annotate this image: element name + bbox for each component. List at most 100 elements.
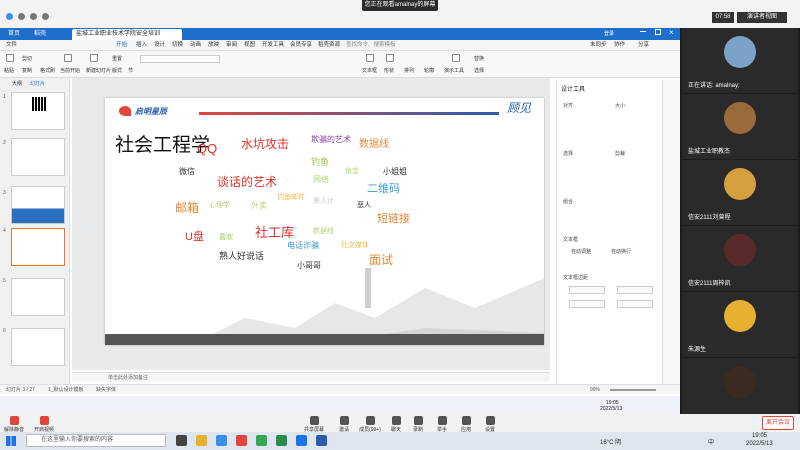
missing-font[interactable]: 缺失字体: [96, 385, 116, 395]
format-painter-button[interactable]: 格式刷: [40, 67, 55, 74]
wechat-icon[interactable]: [276, 435, 287, 446]
current-slide[interactable]: 启明星辰 顾见 社会工程学 QQ 水坑攻击 欺骗的艺术 数据线 钓鱼 微信 谈话的艺术 网络食…: [105, 98, 544, 345]
new-slide-icon[interactable]: [90, 54, 98, 62]
menu-animation[interactable]: 动画: [190, 41, 201, 50]
maximize-icon[interactable]: [655, 29, 661, 35]
tab-docer[interactable]: 稻壳: [30, 29, 50, 40]
margin-top-input[interactable]: [569, 300, 605, 308]
file-explorer-icon[interactable]: [196, 435, 207, 446]
slide-footer-bar: [105, 334, 544, 345]
members-button[interactable]: 成员(99+): [356, 416, 384, 433]
margin-left-input[interactable]: [569, 286, 605, 294]
slide-thumbnail-6[interactable]: [11, 328, 65, 366]
menu-design[interactable]: 设计: [154, 41, 165, 50]
sync-status[interactable]: 未同步: [590, 41, 607, 50]
participant-tile[interactable]: 信安2111周梓凯: [682, 226, 798, 291]
slide-thumbnail-3[interactable]: [11, 186, 65, 224]
zoom-slider[interactable]: [610, 389, 656, 391]
share-screen-button[interactable]: 共享屏幕: [300, 416, 328, 433]
edge-icon[interactable]: [216, 435, 227, 446]
section-button[interactable]: 节: [128, 67, 133, 74]
paste-icon[interactable]: [6, 54, 14, 62]
settings-button[interactable]: 设置: [476, 416, 504, 433]
command-search[interactable]: 查找命令、搜索模板: [346, 41, 396, 50]
layout-button[interactable]: 版式: [112, 67, 122, 74]
paragraph-group[interactable]: [260, 55, 350, 63]
slides-tab[interactable]: 幻灯片: [30, 80, 45, 87]
menu-insert[interactable]: 插入: [136, 41, 147, 50]
margin-bottom-input[interactable]: [617, 300, 653, 308]
share-button[interactable]: 分享: [638, 41, 649, 50]
slide-thumbnail-1[interactable]: [11, 92, 65, 130]
arrange-button[interactable]: 排列: [404, 67, 414, 74]
shield-icon[interactable]: [42, 13, 49, 20]
participant-tile[interactable]: 正在讲话: amalnay;: [682, 28, 798, 93]
weather[interactable]: 16°C 阴: [600, 437, 621, 446]
participant-tile[interactable]: 信安2111刘曾程: [682, 160, 798, 225]
wrap-option[interactable]: 自动换行: [611, 248, 631, 255]
share-banner[interactable]: 您正在观看amalnay的屏幕: [362, 0, 438, 11]
shapes-button[interactable]: 形状: [384, 67, 394, 74]
menu-view[interactable]: 视图: [244, 41, 255, 50]
chrome-icon[interactable]: [256, 435, 267, 446]
new-slide-button[interactable]: 新建幻灯片: [86, 67, 111, 74]
speaker-view-button[interactable]: 演讲者视图: [737, 12, 787, 23]
auto-fit-option[interactable]: 自动调整: [571, 248, 591, 255]
menu-transition[interactable]: 切换: [172, 41, 183, 50]
cut-button[interactable]: 剪切: [22, 55, 32, 62]
minimize-icon[interactable]: [640, 31, 646, 32]
participant-tile[interactable]: 朱源生: [682, 292, 798, 357]
presenter-tools-icon[interactable]: [452, 54, 460, 62]
tab-document[interactable]: 盐城工业职业技术学院安全培训: [72, 29, 182, 40]
slide-thumbnail-2[interactable]: [11, 138, 65, 176]
reset-button[interactable]: 重置: [112, 55, 122, 62]
invite-button[interactable]: 邀请: [330, 416, 358, 433]
input-language[interactable]: 中: [708, 437, 714, 446]
replace-button[interactable]: 替换: [474, 55, 484, 62]
collaborate-button[interactable]: 协作: [614, 41, 625, 50]
paste-button[interactable]: 粘贴: [4, 67, 14, 74]
wps-icon[interactable]: [236, 435, 247, 446]
select-button[interactable]: 选择: [474, 67, 484, 74]
menu-slideshow[interactable]: 放映: [208, 41, 219, 50]
outline-button[interactable]: 轮廓: [424, 67, 434, 74]
video-button[interactable]: 开启视频: [30, 416, 58, 433]
menu-review[interactable]: 审阅: [226, 41, 237, 50]
margin-right-input[interactable]: [617, 286, 653, 294]
textbox-button[interactable]: 文本框: [362, 67, 377, 74]
close-icon[interactable]: ×: [669, 28, 674, 37]
menu-developer[interactable]: 开发工具: [262, 41, 284, 50]
windows-start-icon[interactable]: [6, 436, 16, 446]
menu-file[interactable]: 文件: [6, 41, 17, 50]
leave-meeting-button[interactable]: 离开会议: [762, 416, 794, 430]
outline-tab[interactable]: 大纲: [12, 80, 22, 87]
menu-member[interactable]: 会员专享: [290, 41, 312, 50]
font-name-select[interactable]: [140, 55, 220, 63]
clock-date[interactable]: 2022/5/13: [746, 441, 773, 447]
notes-pane[interactable]: 单击此处添加备注: [72, 372, 550, 382]
from-current-button[interactable]: 当前开始: [60, 67, 80, 74]
word-cloud-term: 微信: [179, 167, 195, 176]
clock-time[interactable]: 19:05: [752, 433, 767, 439]
participant-tile[interactable]: 盐城工业职教杰: [682, 94, 798, 159]
menu-docer-resources[interactable]: 稻壳资源: [318, 41, 340, 50]
textbox-icon[interactable]: [366, 54, 374, 62]
play-icon[interactable]: [64, 54, 72, 62]
signal-icon[interactable]: [30, 13, 37, 20]
login-button[interactable]: 登录: [600, 29, 618, 40]
taskbar-search-input[interactable]: 在这里输入你要搜索的内容: [26, 434, 166, 447]
task-view-icon[interactable]: [176, 435, 187, 446]
zoom-level[interactable]: 99%: [590, 385, 600, 395]
presenter-tools-button[interactable]: 演示工具: [444, 67, 464, 74]
font-style-group[interactable]: [140, 66, 220, 74]
app-icon[interactable]: [316, 435, 327, 446]
tab-home[interactable]: 首页: [4, 29, 24, 40]
menu-home[interactable]: 开始: [116, 41, 127, 50]
info-icon[interactable]: [18, 13, 25, 20]
slide-thumbnail-5[interactable]: [11, 278, 65, 316]
shapes-icon[interactable]: [386, 54, 394, 62]
meeting-app-icon[interactable]: [296, 435, 307, 446]
mute-button[interactable]: 解除静音: [0, 416, 28, 433]
copy-button[interactable]: 复制: [22, 67, 32, 74]
slide-thumbnail-4-selected[interactable]: [11, 228, 65, 266]
